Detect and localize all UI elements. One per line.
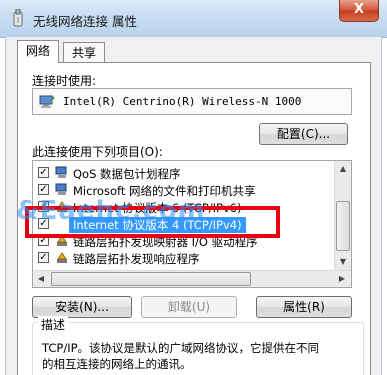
properties-button[interactable]: 属性(R) xyxy=(256,296,352,318)
adapter-field: Intel(R) Centrino(R) Wireless-N 1000 xyxy=(32,88,352,115)
items-label: 此连接使用下列项目(O): xyxy=(32,145,163,159)
checkbox[interactable]: ✓ xyxy=(38,184,49,195)
description-title: 描述 xyxy=(38,316,69,333)
item-label: 链路层拓扑发现响应程序 xyxy=(73,252,200,266)
wireless-adapter-icon xyxy=(13,9,23,27)
description-line-2: 的相互连接的网络上的通讯。 xyxy=(42,357,192,371)
vertical-scrollbar[interactable]: ▲ ▼ xyxy=(334,161,351,271)
scroll-down-icon[interactable]: ▼ xyxy=(335,254,351,270)
list-item[interactable]: ✓ QoS 数据包计划程序 xyxy=(33,165,335,181)
description-line-1: TCP/IP。该协议是默认的广域网络协议，它提供在不同 xyxy=(42,341,320,355)
watermark: &Eaehc.com xyxy=(16,196,206,226)
scroll-up-icon[interactable]: ▲ xyxy=(335,161,351,177)
close-icon: X xyxy=(353,2,365,17)
scroll-right-icon[interactable]: ▶ xyxy=(334,271,350,287)
window-title: 无线网络连接 属性 xyxy=(33,14,137,29)
adapter-name: Intel(R) Centrino(R) Wireless-N 1000 xyxy=(63,95,302,108)
list-item[interactable]: ✓ 链路层拓扑发现响应程序 xyxy=(33,250,335,266)
network-adapter-icon xyxy=(39,95,55,108)
close-button[interactable]: X xyxy=(339,0,379,22)
checkbox[interactable]: ✓ xyxy=(38,252,49,263)
checkbox[interactable]: ✓ xyxy=(38,167,49,178)
connect-using-label: 连接时使用: xyxy=(32,74,97,88)
configure-button[interactable]: 配置(C)... xyxy=(259,123,348,145)
tab-network[interactable]: 网络 xyxy=(17,40,60,63)
scroll-thumb[interactable] xyxy=(336,201,350,251)
network-service-icon xyxy=(55,166,67,178)
item-label: QoS 数据包计划程序 xyxy=(73,167,181,181)
install-button[interactable]: 安装(N)... xyxy=(32,296,132,318)
scroll-thumb-horizontal[interactable] xyxy=(51,272,251,286)
protocol-icon xyxy=(57,252,67,263)
network-service-icon xyxy=(55,183,67,195)
horizontal-scrollbar[interactable]: ◀ ▶ xyxy=(33,270,351,287)
description-text: TCP/IP。该协议是默认的广域网络协议，它提供在不同 的相互连接的网络上的通讯… xyxy=(42,340,360,372)
scroll-left-icon[interactable]: ◀ xyxy=(33,271,49,287)
uninstall-button[interactable]: 卸载(U) xyxy=(141,296,237,318)
tab-sharing[interactable]: 共享 xyxy=(63,42,106,63)
